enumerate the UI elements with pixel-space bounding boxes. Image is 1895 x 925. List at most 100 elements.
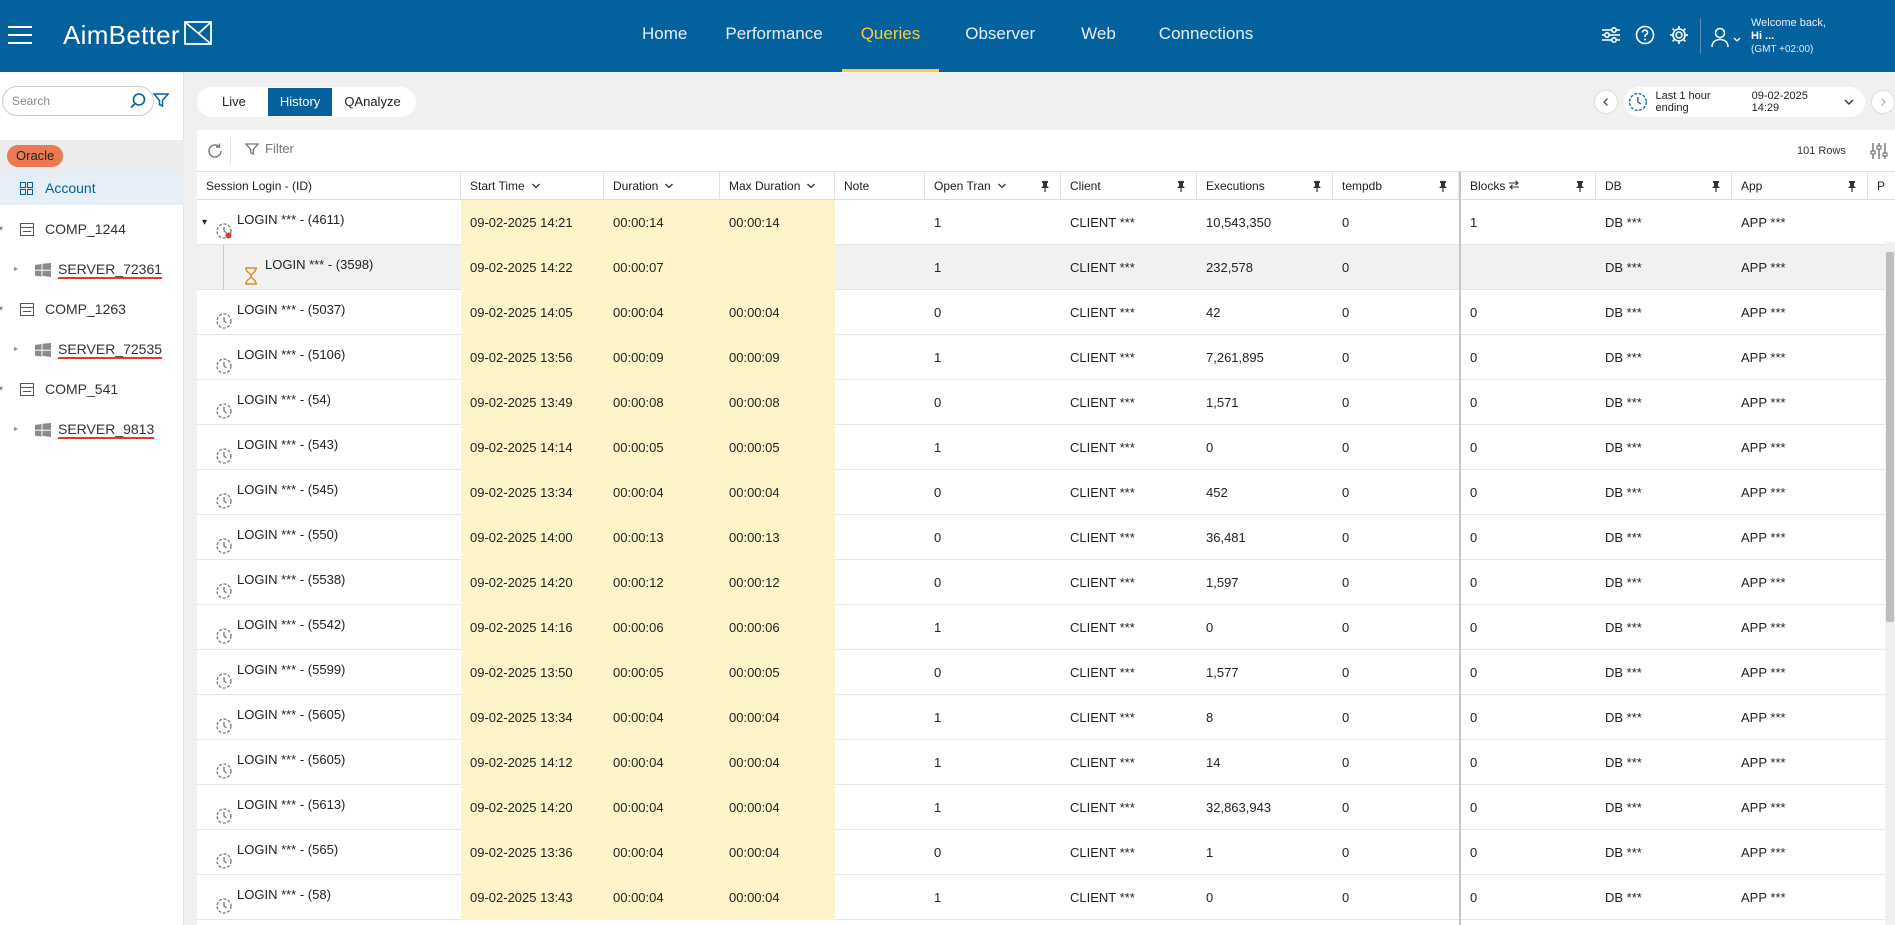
session-label[interactable]: LOGIN *** - (3598)	[265, 245, 373, 287]
help-icon[interactable]	[1634, 24, 1656, 46]
chevron-down-icon	[665, 183, 674, 189]
expand-caret-icon[interactable]: ▾	[202, 200, 207, 245]
session-label[interactable]: LOGIN *** - (58)	[237, 875, 331, 917]
table-row[interactable]: LOGIN *** - (5613) 09-02-2025 14:20 00:00:…	[197, 785, 1895, 830]
session-label[interactable]: LOGIN *** - (5613)	[237, 785, 345, 827]
search-icon[interactable]	[129, 92, 147, 110]
nav-observer[interactable]: Observer	[939, 0, 1061, 72]
session-label[interactable]: LOGIN *** - (543)	[237, 425, 338, 467]
tree-item-computer[interactable]: ▾ COMP_1263	[0, 292, 184, 326]
tree-item-computer[interactable]: ▾ COMP_1244	[0, 212, 184, 246]
nav-home[interactable]: Home	[623, 0, 706, 72]
col-header-blocks[interactable]: Blocks	[1461, 172, 1596, 200]
view-tabs: Live History QAnalyze	[197, 87, 416, 117]
table-row[interactable]: LOGIN *** - (5538) 09-02-2025 14:20 00:00:…	[197, 560, 1895, 605]
cell-app: APP ***	[1741, 350, 1786, 365]
pin-icon[interactable]	[1176, 180, 1186, 192]
table-row[interactable]: LOGIN *** - (5037) 09-02-2025 14:05 00:00:…	[197, 290, 1895, 335]
table-row[interactable]: LOGIN *** - (5106) 09-02-2025 13:56 00:00:…	[197, 335, 1895, 380]
caret-right-icon[interactable]: ▸	[14, 412, 18, 446]
col-header-open-tran[interactable]: Open Tran	[925, 172, 1061, 200]
pin-icon[interactable]	[1575, 180, 1585, 192]
vertical-scrollbar[interactable]	[1885, 242, 1895, 925]
table-row[interactable]: LOGIN *** - (5542) 09-02-2025 14:16 00:00:…	[197, 605, 1895, 650]
app-logo[interactable]: AimBetter	[63, 20, 214, 51]
sliders-icon[interactable]	[1600, 24, 1622, 46]
tree-item-server[interactable]: ▸ SERVER_72361	[0, 252, 184, 286]
tab-qanalyze[interactable]: QAnalyze	[332, 88, 412, 116]
col-header-more[interactable]: P	[1868, 172, 1895, 200]
cell-blocks: 0	[1470, 755, 1478, 770]
col-header-db[interactable]: DB	[1596, 172, 1732, 200]
time-range-picker[interactable]: Last 1 hour ending 09-02-2025 14:29	[1623, 87, 1866, 117]
col-header-max-duration[interactable]: Max Duration	[720, 172, 835, 200]
user-icon[interactable]	[1710, 26, 1744, 48]
table-row[interactable]: ▾ LOGIN *** - (4611) 09-02-2025 14:21 00:00…	[197, 200, 1895, 245]
table-row[interactable]: LOGIN *** - (545) 09-02-2025 13:34 00:00:0…	[197, 470, 1895, 515]
session-label[interactable]: LOGIN *** - (5599)	[237, 650, 345, 692]
session-label[interactable]: LOGIN *** - (5538)	[237, 560, 345, 602]
col-header-session[interactable]: Session Login - (ID)	[197, 172, 461, 200]
nav-connections[interactable]: Connections	[1140, 0, 1273, 72]
nav-web[interactable]: Web	[1061, 0, 1140, 72]
column-settings-icon[interactable]	[1870, 142, 1888, 160]
tree-item-server[interactable]: ▸ SERVER_72535	[0, 332, 184, 366]
scrollbar-thumb[interactable]	[1886, 252, 1894, 622]
session-icon	[215, 303, 233, 335]
search-input[interactable]	[12, 94, 122, 108]
caret-right-icon[interactable]: ▸	[14, 252, 18, 286]
pin-icon[interactable]	[1847, 180, 1857, 192]
col-header-app[interactable]: App	[1732, 172, 1868, 200]
session-label[interactable]: LOGIN *** - (5542)	[237, 605, 345, 647]
pin-icon[interactable]	[1438, 180, 1448, 192]
col-header-note[interactable]: Note	[835, 172, 925, 200]
refresh-icon[interactable]	[206, 142, 224, 160]
session-label[interactable]: LOGIN *** - (5605)	[237, 695, 345, 737]
table-row[interactable]: LOGIN *** - (5599) 09-02-2025 13:50 00:00:…	[197, 650, 1895, 695]
cell-start: 09-02-2025 14:22	[461, 245, 604, 290]
table-row[interactable]: LOGIN *** - (58) 09-02-2025 13:43 00:00:04…	[197, 875, 1895, 920]
time-next-button[interactable]	[1871, 90, 1895, 114]
tab-live[interactable]: Live	[200, 88, 268, 116]
table-row[interactable]: LOGIN *** - (543) 09-02-2025 14:14 00:00:0…	[197, 425, 1895, 470]
tree-item-computer[interactable]: ▾ COMP_541	[0, 372, 184, 406]
tab-history[interactable]: History	[267, 88, 333, 116]
table-row[interactable]: LOGIN *** - (5605) 09-02-2025 13:34 00:00:…	[197, 695, 1895, 740]
table-row[interactable]: LOGIN *** - (54) 09-02-2025 13:49 00:00:08…	[197, 380, 1895, 425]
grid-filter[interactable]: Filter	[245, 141, 294, 156]
session-label[interactable]: LOGIN *** - (545)	[237, 470, 338, 512]
pin-icon[interactable]	[1711, 180, 1721, 192]
col-header-tempdb[interactable]: tempdb	[1333, 172, 1459, 200]
caret-right-icon[interactable]: ▸	[14, 332, 18, 366]
table-row[interactable]: LOGIN *** - (3598) 09-02-2025 14:22 00:00:…	[197, 245, 1895, 290]
table-row[interactable]: LOGIN *** - (5605) 09-02-2025 14:12 00:00:…	[197, 740, 1895, 785]
pin-icon[interactable]	[1040, 180, 1050, 192]
table-row[interactable]: LOGIN *** - (550) 09-02-2025 14:00 00:00:1…	[197, 515, 1895, 560]
db-type-badge[interactable]: Oracle	[7, 145, 64, 167]
nav-queries[interactable]: Queries	[841, 0, 940, 72]
sidebar-item-account[interactable]: Account	[0, 171, 184, 205]
nav-performance[interactable]: Performance	[706, 0, 841, 72]
col-header-executions[interactable]: Executions	[1197, 172, 1333, 200]
col-header-client[interactable]: Client	[1061, 172, 1197, 200]
menu-icon[interactable]	[8, 26, 32, 46]
pin-icon[interactable]	[1312, 180, 1322, 192]
session-label[interactable]: LOGIN *** - (4611)	[237, 200, 344, 242]
user-welcome[interactable]: Welcome back, Hi ... (GMT +02:00)	[1751, 17, 1826, 56]
caret-down-icon[interactable]: ▾	[0, 372, 3, 406]
session-label[interactable]: LOGIN *** - (565)	[237, 830, 338, 872]
session-label[interactable]: LOGIN *** - (5106)	[237, 335, 345, 377]
tree-item-server[interactable]: ▸ SERVER_9813	[0, 412, 184, 446]
session-label[interactable]: LOGIN *** - (5605)	[237, 740, 345, 782]
session-label[interactable]: LOGIN *** - (550)	[237, 515, 338, 557]
caret-down-icon[interactable]: ▾	[0, 292, 3, 326]
col-header-start-time[interactable]: Start Time	[461, 172, 604, 200]
gear-icon[interactable]	[1668, 24, 1690, 46]
session-label[interactable]: LOGIN *** - (5037)	[237, 290, 345, 332]
time-prev-button[interactable]	[1594, 90, 1618, 114]
session-label[interactable]: LOGIN *** - (54)	[237, 380, 331, 422]
table-row[interactable]: LOGIN *** - (565) 09-02-2025 13:36 00:00:0…	[197, 830, 1895, 875]
caret-down-icon[interactable]: ▾	[0, 212, 3, 246]
col-header-duration[interactable]: Duration	[604, 172, 720, 200]
filter-icon[interactable]	[153, 92, 169, 108]
